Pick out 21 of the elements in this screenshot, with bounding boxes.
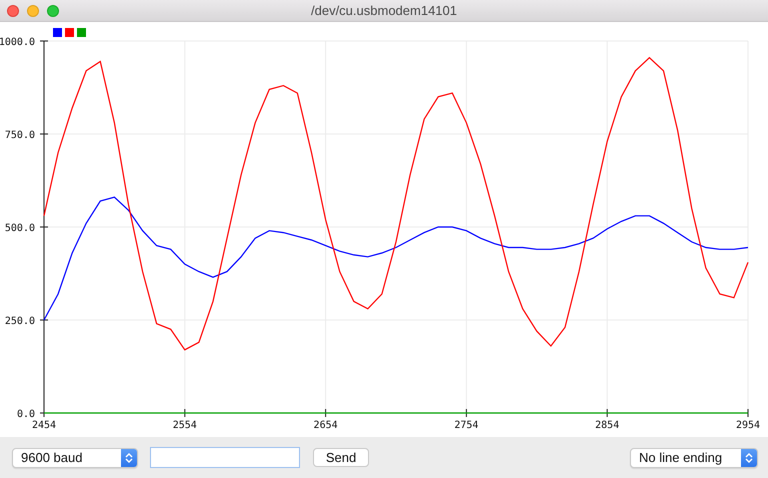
x-tick-label: 2754	[454, 420, 478, 431]
baud-select[interactable]: 9600 baud	[12, 448, 138, 468]
y-tick-label: 0.0	[16, 409, 35, 420]
y-tick-label: 1000.0	[0, 37, 35, 48]
message-input[interactable]	[150, 447, 300, 468]
x-tick-label: 2654	[314, 420, 338, 431]
y-tick-label: 250.0	[4, 316, 35, 327]
stepper-icon	[741, 448, 757, 466]
stepper-icon	[121, 448, 137, 466]
close-button[interactable]	[7, 5, 19, 17]
y-tick-label: 500.0	[4, 223, 35, 234]
send-button[interactable]: Send	[313, 448, 369, 467]
x-tick-label: 2954	[736, 420, 760, 431]
zoom-button[interactable]	[47, 5, 59, 17]
window-title: /dev/cu.usbmodem14101	[311, 3, 457, 18]
x-tick-label: 2454	[32, 420, 56, 431]
line-ending-select[interactable]: No line ending	[630, 448, 758, 468]
minimize-button[interactable]	[27, 5, 39, 17]
y-tick-label: 750.0	[4, 130, 35, 141]
x-tick-label: 2554	[172, 420, 197, 431]
x-tick-label: 2854	[595, 420, 620, 431]
